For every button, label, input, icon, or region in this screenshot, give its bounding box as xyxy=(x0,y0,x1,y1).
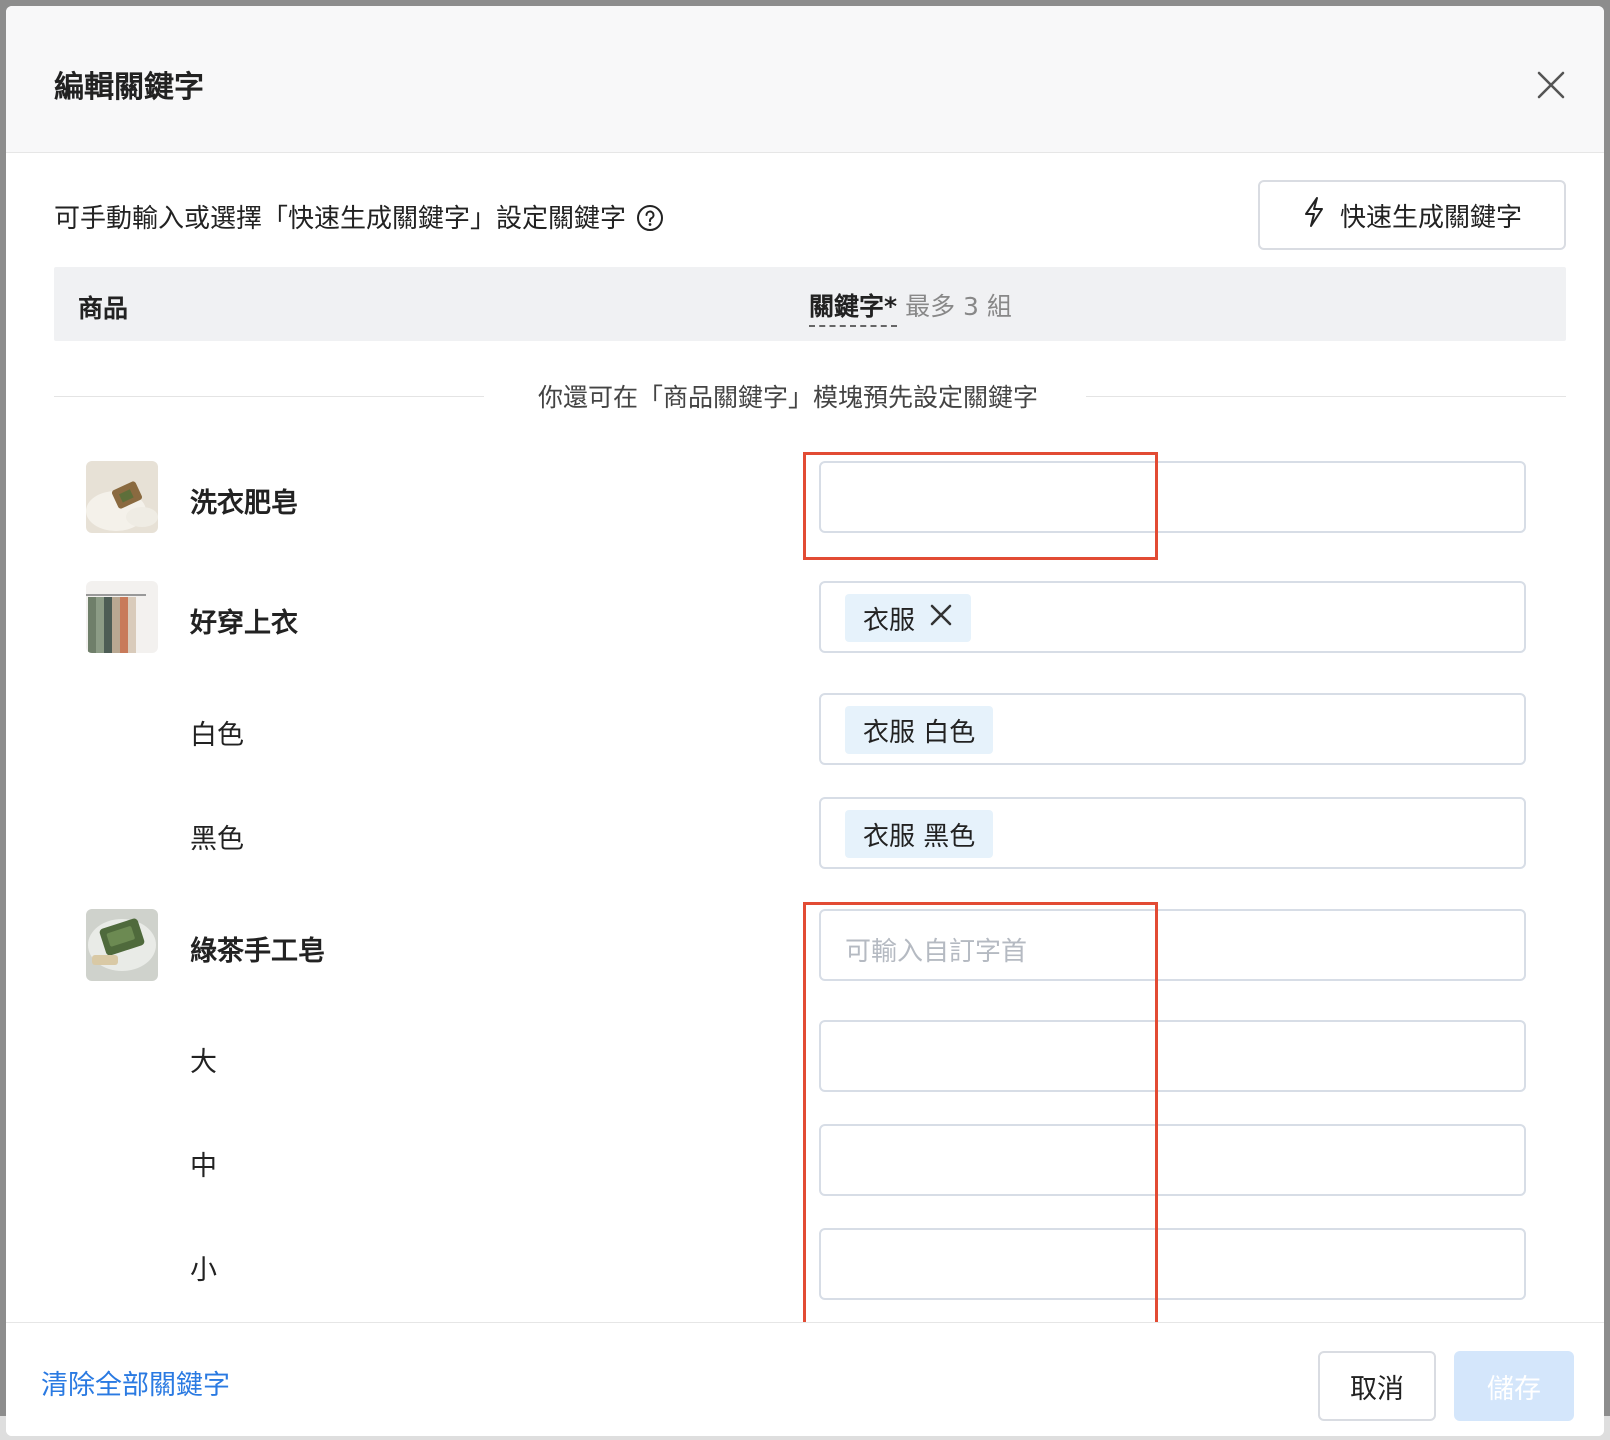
product-name: 洗衣肥皂 xyxy=(190,488,298,519)
variant-name: 大 xyxy=(190,1047,217,1078)
table-row: 黑色 衣服 黑色 xyxy=(6,797,1604,869)
save-button[interactable]: 儲存 xyxy=(1454,1351,1574,1421)
keyword-input[interactable]: 衣服 白色 xyxy=(819,693,1526,765)
lightning-icon xyxy=(1302,196,1326,235)
variant-name: 小 xyxy=(190,1255,217,1286)
module-hint-text: 你還可在「商品關鍵字」模塊預先設定關鍵字 xyxy=(524,378,1053,414)
keyword-input-placeholder: 可輸入自訂字首 xyxy=(845,937,1028,967)
product-thumbnail xyxy=(86,581,158,653)
keyword-header-label[interactable]: 關鍵字* xyxy=(809,292,898,327)
modal-title: 編輯關鍵字 xyxy=(54,70,204,105)
remove-tag-icon[interactable] xyxy=(929,603,953,634)
hint-label: 可手動輸入或選擇「快速生成關鍵字」設定關鍵字 xyxy=(54,204,627,234)
table-row: 白色 衣服 白色 xyxy=(6,693,1604,765)
keyword-tag-label: 衣服 xyxy=(863,605,916,636)
divider-line-right xyxy=(1086,396,1566,397)
keyword-input[interactable] xyxy=(819,1020,1526,1092)
hint-text: 可手動輸入或選擇「快速生成關鍵字」設定關鍵字 xyxy=(54,198,664,239)
column-header-product: 商品 xyxy=(78,294,129,323)
variant-name: 白色 xyxy=(190,720,244,751)
keyword-input[interactable]: 可輸入自訂字首 xyxy=(819,909,1526,981)
table-row: 小 xyxy=(6,1228,1604,1300)
modal-footer: 清除全部關鍵字 取消 儲存 xyxy=(6,1322,1604,1436)
keyword-tag-label: 衣服 黑色 xyxy=(863,821,976,852)
edit-keywords-modal: 編輯關鍵字 可手動輸入或選擇「快速生成關鍵字」設定關鍵字 快速生成關鍵字 商品 xyxy=(6,6,1604,1436)
keyword-input[interactable]: 衣服 xyxy=(819,581,1526,653)
clear-all-keywords-link[interactable]: 清除全部關鍵字 xyxy=(41,1363,230,1402)
table-row: 綠茶手工皂 可輸入自訂字首 xyxy=(6,909,1604,981)
keyword-tag: 衣服 黑色 xyxy=(845,810,994,858)
divider-line-left xyxy=(54,396,484,397)
variant-name: 黑色 xyxy=(190,824,244,855)
table-row: 大 xyxy=(6,1020,1604,1092)
quick-generate-label: 快速生成關鍵字 xyxy=(1339,202,1522,233)
cancel-button[interactable]: 取消 xyxy=(1318,1351,1436,1421)
keyword-input[interactable] xyxy=(819,461,1526,533)
table-row: 中 xyxy=(6,1124,1604,1196)
product-name: 好穿上衣 xyxy=(190,608,298,639)
product-thumbnail xyxy=(86,909,158,981)
variant-name: 中 xyxy=(190,1151,217,1182)
keyword-tag: 衣服 xyxy=(845,594,972,642)
keyword-input[interactable] xyxy=(819,1228,1526,1300)
column-header-keyword: 關鍵字* 最多 3 組 xyxy=(809,287,1012,327)
keyword-tag-label: 衣服 白色 xyxy=(863,717,976,748)
help-icon[interactable] xyxy=(636,204,664,239)
keyword-input[interactable] xyxy=(819,1124,1526,1196)
keyword-limit-note: 最多 3 組 xyxy=(905,292,1012,321)
module-hint-divider: 你還可在「商品關鍵字」模塊預先設定關鍵字 xyxy=(54,378,1566,414)
close-icon[interactable] xyxy=(1534,68,1568,102)
hint-row: 可手動輸入或選擇「快速生成關鍵字」設定關鍵字 快速生成關鍵字 xyxy=(54,180,1566,250)
keyword-input[interactable]: 衣服 黑色 xyxy=(819,797,1526,869)
table-header: 商品 關鍵字* 最多 3 組 xyxy=(54,267,1566,341)
product-name: 綠茶手工皂 xyxy=(190,936,325,967)
quick-generate-button[interactable]: 快速生成關鍵字 xyxy=(1258,180,1566,250)
product-thumbnail xyxy=(86,461,158,533)
table-row: 好穿上衣 衣服 xyxy=(6,581,1604,653)
table-row: 洗衣肥皂 xyxy=(6,461,1604,533)
modal-header: 編輯關鍵字 xyxy=(6,6,1604,153)
keyword-tag: 衣服 白色 xyxy=(845,706,994,754)
